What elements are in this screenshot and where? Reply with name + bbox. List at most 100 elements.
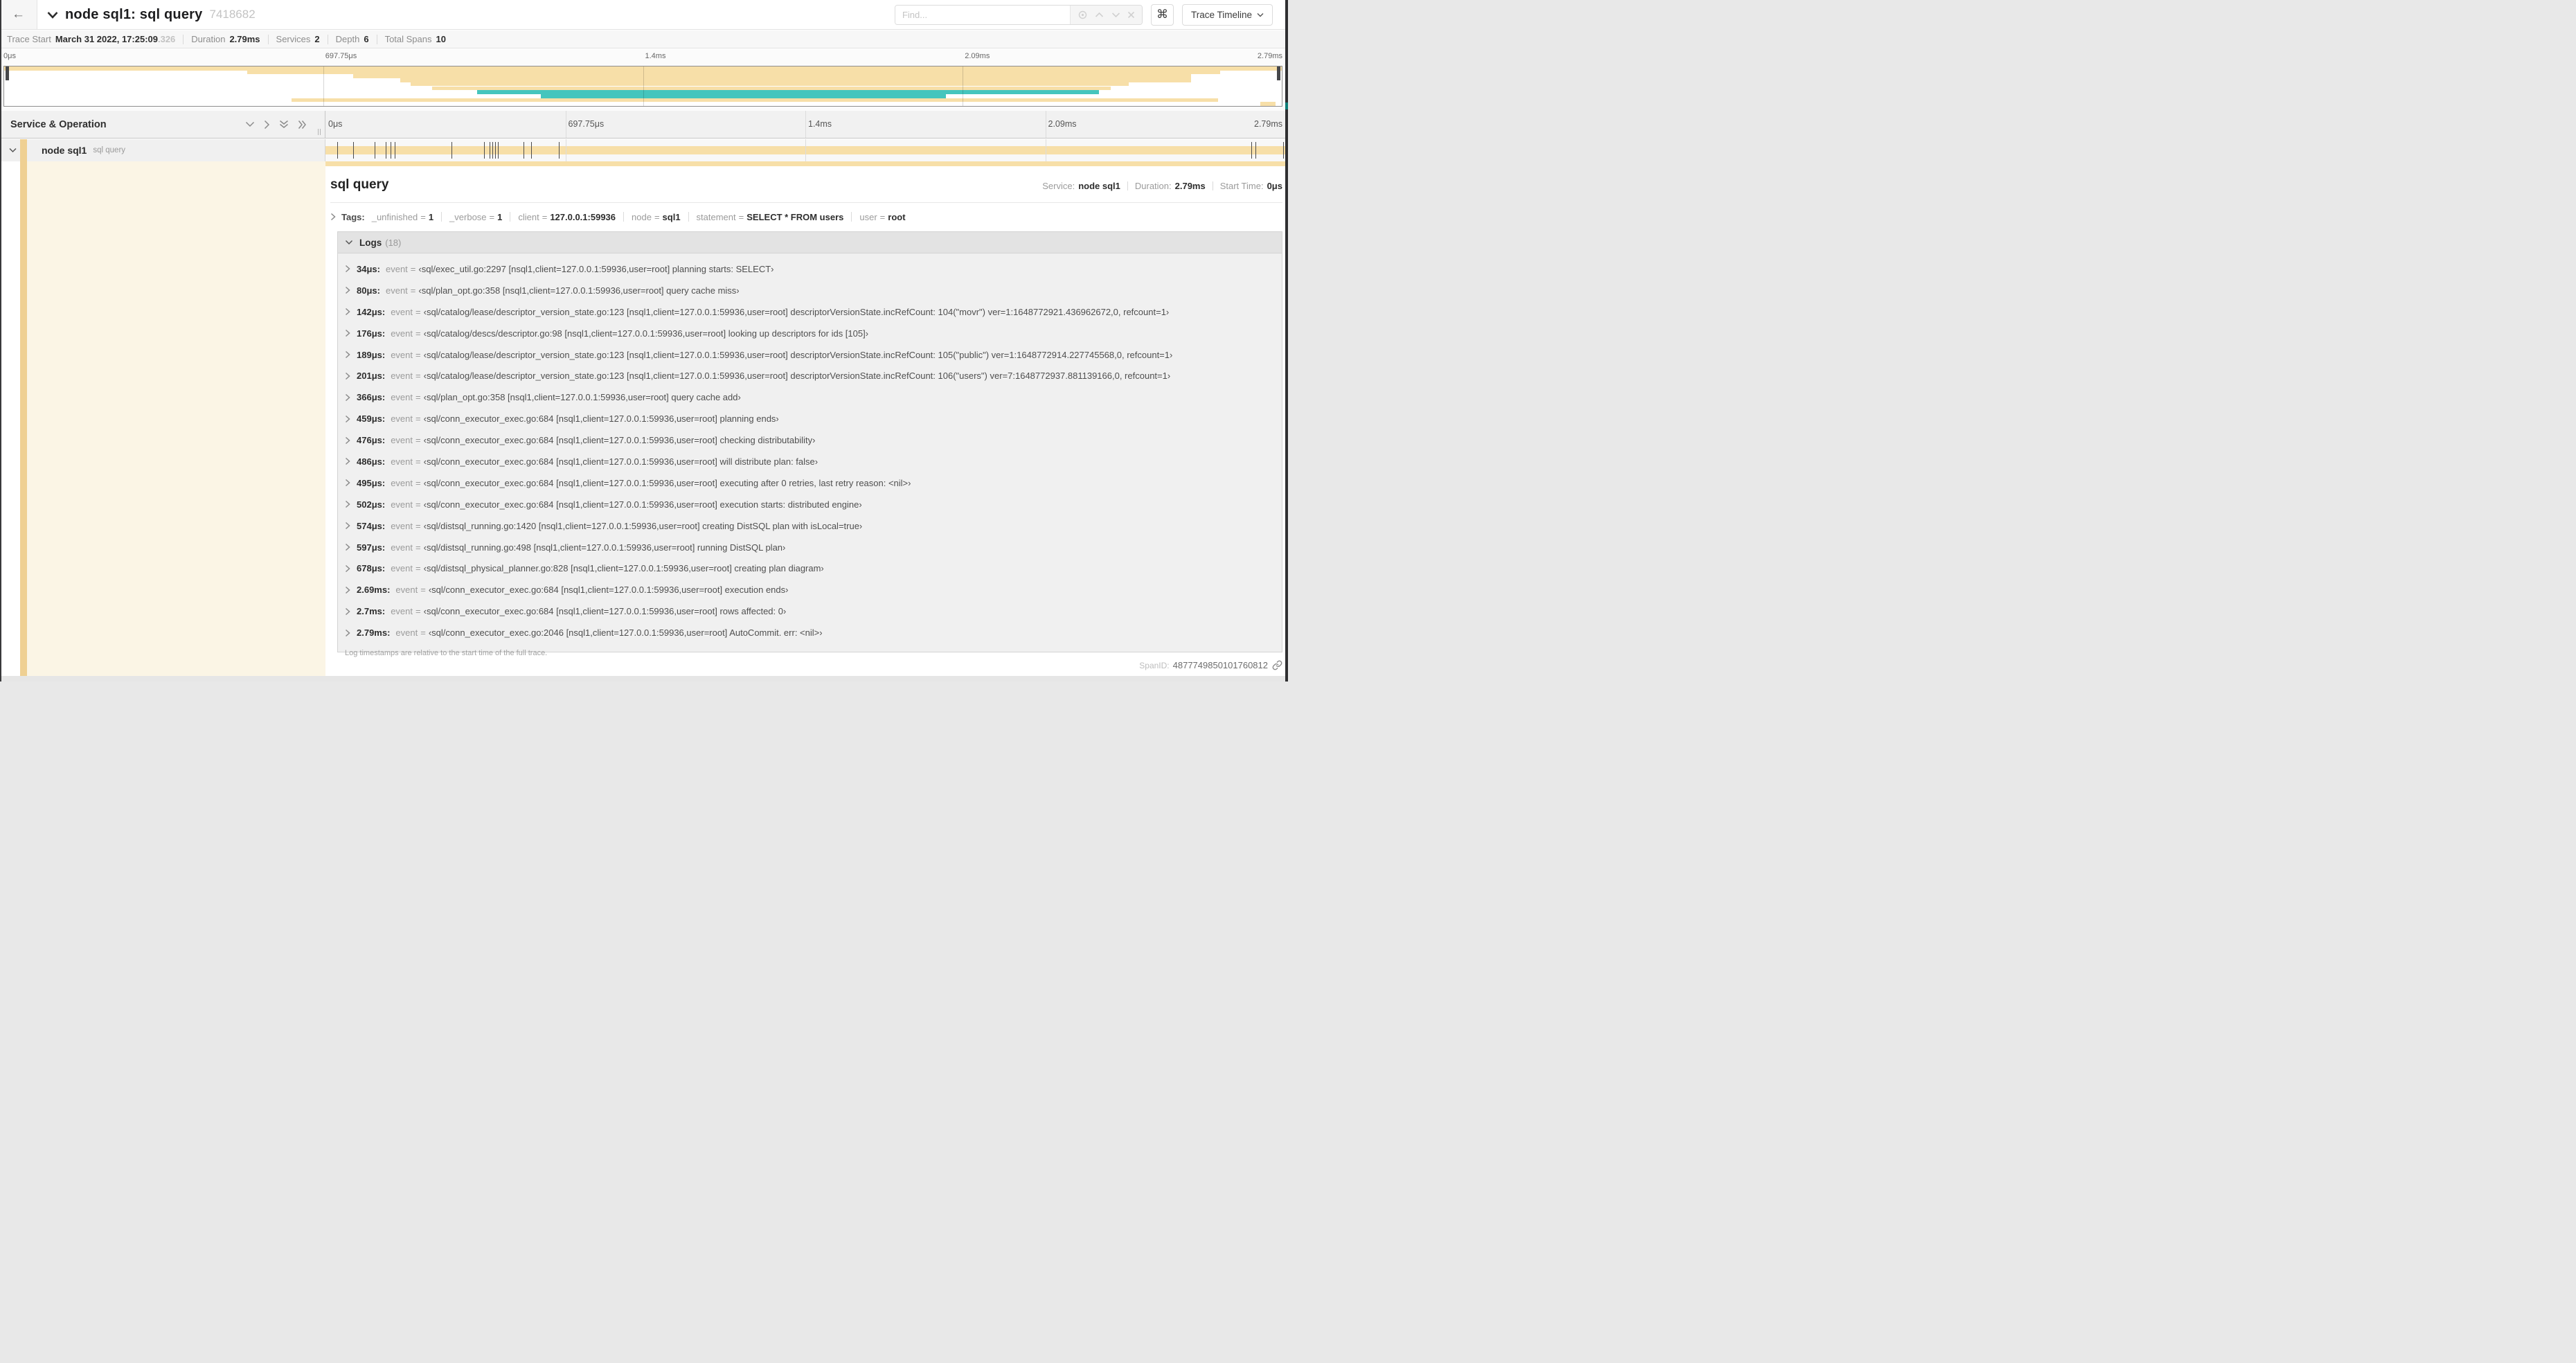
log-expand-chevron-icon[interactable] [345, 265, 350, 273]
collapse-all-icon[interactable] [279, 120, 289, 129]
collapse-trace-chevron-icon[interactable] [47, 11, 58, 19]
trace-meta-label: Total Spans [384, 34, 432, 44]
log-entry-row[interactable]: 459μs: event = ‹sql/conn_executor_exec.go:6… [345, 408, 1282, 429]
deep-link-icon[interactable] [1272, 660, 1282, 670]
log-expand-chevron-icon[interactable] [345, 500, 350, 508]
log-expand-chevron-icon[interactable] [345, 522, 350, 530]
trace-meta-item: Duration 2.79ms [175, 34, 260, 44]
log-field-value: ‹sql/plan_opt.go:358 [nsql1,client=127.0… [423, 392, 741, 403]
log-expand-chevron-icon[interactable] [345, 564, 350, 573]
log-entry-row[interactable]: 2.79ms: event = ‹sql/conn_executor_exec.go:… [345, 622, 1282, 643]
span-id-label: SpanID: [1139, 660, 1170, 670]
view-selector-label: Trace Timeline [1190, 9, 1252, 20]
log-entry-row[interactable]: 486μs: event = ‹sql/conn_executor_exec.go:6… [345, 451, 1282, 472]
log-expand-chevron-icon[interactable] [345, 586, 350, 594]
timeline-ruler: 0μs 697.75μs 1.4ms 2.09ms 2.79ms [325, 111, 1285, 138]
collapse-one-icon[interactable] [245, 121, 255, 127]
span-row[interactable]: node sql1 sql query [1, 139, 1285, 161]
log-field-key: event [391, 306, 413, 317]
log-expand-chevron-icon[interactable] [345, 393, 350, 402]
logs-header[interactable]: Logs (18) [338, 232, 1282, 253]
detail-left-column [1, 161, 325, 676]
span-color-accent [20, 139, 27, 161]
log-entry-row[interactable]: 2.69ms: event = ‹sql/conn_executor_exec.go:… [345, 579, 1282, 600]
log-entry-row[interactable]: 574μs: event = ‹sql/distsql_running.go:1420… [345, 515, 1282, 537]
log-entry-row[interactable]: 201μs: event = ‹sql/catalog/lease/descripto… [345, 365, 1282, 386]
tag-key: _verbose [449, 211, 487, 222]
log-entry-row[interactable]: 176μs: event = ‹sql/catalog/descs/descripto… [345, 323, 1282, 344]
minimap-left-scrub-handle[interactable] [6, 66, 9, 80]
log-field-key: event [391, 435, 413, 446]
tag-equals: = [489, 211, 495, 222]
trace-meta-value: 10 [436, 34, 446, 44]
span-name-cell[interactable]: node sql1 sql query [1, 139, 325, 161]
trace-meta-label: Duration [191, 34, 226, 44]
match-target-icon[interactable] [1077, 10, 1088, 20]
minimap-right-scrub-handle[interactable] [1277, 66, 1280, 80]
trace-meta-item: Trace Start March 31 2022, 17:25:09.326 [7, 34, 175, 44]
tags-label: Tags: [341, 211, 365, 222]
column-resizer-handle[interactable] [318, 129, 321, 135]
span-collapse-chevron-icon[interactable] [9, 148, 17, 153]
log-expand-chevron-icon[interactable] [345, 543, 350, 551]
log-entry-row[interactable]: 502μs: event = ‹sql/conn_executor_exec.go:6… [345, 494, 1282, 515]
log-field-key: event [391, 328, 413, 339]
span-bar-cell[interactable] [325, 139, 1285, 161]
log-entry-row[interactable]: 34μs: event = ‹sql/exec_util.go:2297 [nsql1… [345, 258, 1282, 280]
log-field-value: ‹sql/catalog/descs/descriptor.go:98 [nsq… [423, 328, 869, 339]
log-field-value: ‹sql/distsql_running.go:1420 [nsql1,clie… [423, 520, 863, 531]
log-expand-chevron-icon[interactable] [345, 607, 350, 616]
prev-match-icon[interactable] [1095, 12, 1104, 18]
log-expand-chevron-icon[interactable] [345, 415, 350, 423]
next-match-icon[interactable] [1111, 12, 1120, 18]
timeline-overview: 0μs 697.75μs 1.4ms 2.09ms 2.79ms [0, 49, 1288, 111]
log-entry-row[interactable]: 142μs: event = ‹sql/catalog/lease/descripto… [345, 301, 1282, 323]
log-entry-row[interactable]: 189μs: event = ‹sql/catalog/lease/descripto… [345, 344, 1282, 366]
trace-meta-value: 2.79ms [229, 34, 260, 44]
minimap-time-label: 1.4ms [645, 52, 666, 60]
log-expand-chevron-icon[interactable] [345, 350, 350, 359]
log-expand-chevron-icon[interactable] [345, 629, 350, 637]
log-expand-chevron-icon[interactable] [345, 372, 350, 380]
log-field-value: ‹sql/catalog/lease/descriptor_version_st… [423, 306, 1170, 317]
log-entry-row[interactable]: 476μs: event = ‹sql/conn_executor_exec.go:6… [345, 429, 1282, 451]
trace-meta-item: Depth 6 [320, 34, 369, 44]
log-marker-tick [1283, 142, 1285, 159]
detail-meta-label: Duration: [1134, 181, 1172, 191]
log-expand-chevron-icon[interactable] [345, 436, 350, 445]
log-field-key: event [391, 413, 413, 425]
detail-meta-value: 2.79ms [1174, 181, 1206, 191]
log-entry-row[interactable]: 366μs: event = ‹sql/plan_opt.go:358 [nsql1,… [345, 386, 1282, 408]
log-field-value: ‹sql/conn_executor_exec.go:684 [nsql1,cl… [423, 435, 816, 446]
find-input[interactable] [895, 5, 1070, 24]
log-entry-row[interactable]: 80μs: event = ‹sql/plan_opt.go:358 [nsql1,c… [345, 280, 1282, 301]
trace-meta-value: March 31 2022, 17:25:09 [55, 34, 158, 44]
log-equals: = [415, 306, 421, 317]
logs-collapse-chevron-icon[interactable] [345, 240, 353, 245]
logs-count: (18) [385, 237, 402, 248]
back-button[interactable]: ← [0, 0, 37, 29]
log-entry-row[interactable]: 597μs: event = ‹sql/distsql_running.go:498 … [345, 537, 1282, 558]
minimap-canvas[interactable] [3, 66, 1282, 107]
log-expand-chevron-icon[interactable] [345, 329, 350, 337]
tags-row[interactable]: Tags: _unfinished = 1 _verbose = 1 client = 127.… [330, 211, 1282, 223]
trace-meta-label: Services [276, 34, 311, 44]
log-expand-chevron-icon[interactable] [345, 286, 350, 294]
log-entry-row[interactable]: 678μs: event = ‹sql/distsql_physical_planne… [345, 558, 1282, 579]
view-selector-button[interactable]: Trace Timeline [1181, 3, 1273, 26]
span-id-row: SpanID: 4877749850101760812 [1139, 660, 1282, 670]
detail-meta-label: Service: [1042, 181, 1075, 191]
expand-all-icon[interactable] [298, 120, 307, 130]
tags-expand-chevron-icon[interactable] [330, 213, 336, 221]
log-expand-chevron-icon[interactable] [345, 457, 350, 465]
log-entry-row[interactable]: 2.7ms: event = ‹sql/conn_executor_exec.go:6… [345, 600, 1282, 622]
expand-one-icon[interactable] [264, 120, 270, 130]
log-expand-chevron-icon[interactable] [345, 479, 350, 487]
keyboard-shortcuts-button[interactable]: ⌘ [1150, 3, 1174, 26]
log-field-value: ‹sql/catalog/lease/descriptor_version_st… [423, 371, 1171, 382]
clear-search-icon[interactable] [1127, 11, 1135, 19]
log-expand-chevron-icon[interactable] [345, 308, 350, 316]
log-field-key: event [391, 542, 413, 553]
log-entry-row[interactable]: 495μs: event = ‹sql/conn_executor_exec.go:6… [345, 472, 1282, 494]
minimap-time-labels: 0μs 697.75μs 1.4ms 2.09ms 2.79ms [3, 52, 1282, 63]
